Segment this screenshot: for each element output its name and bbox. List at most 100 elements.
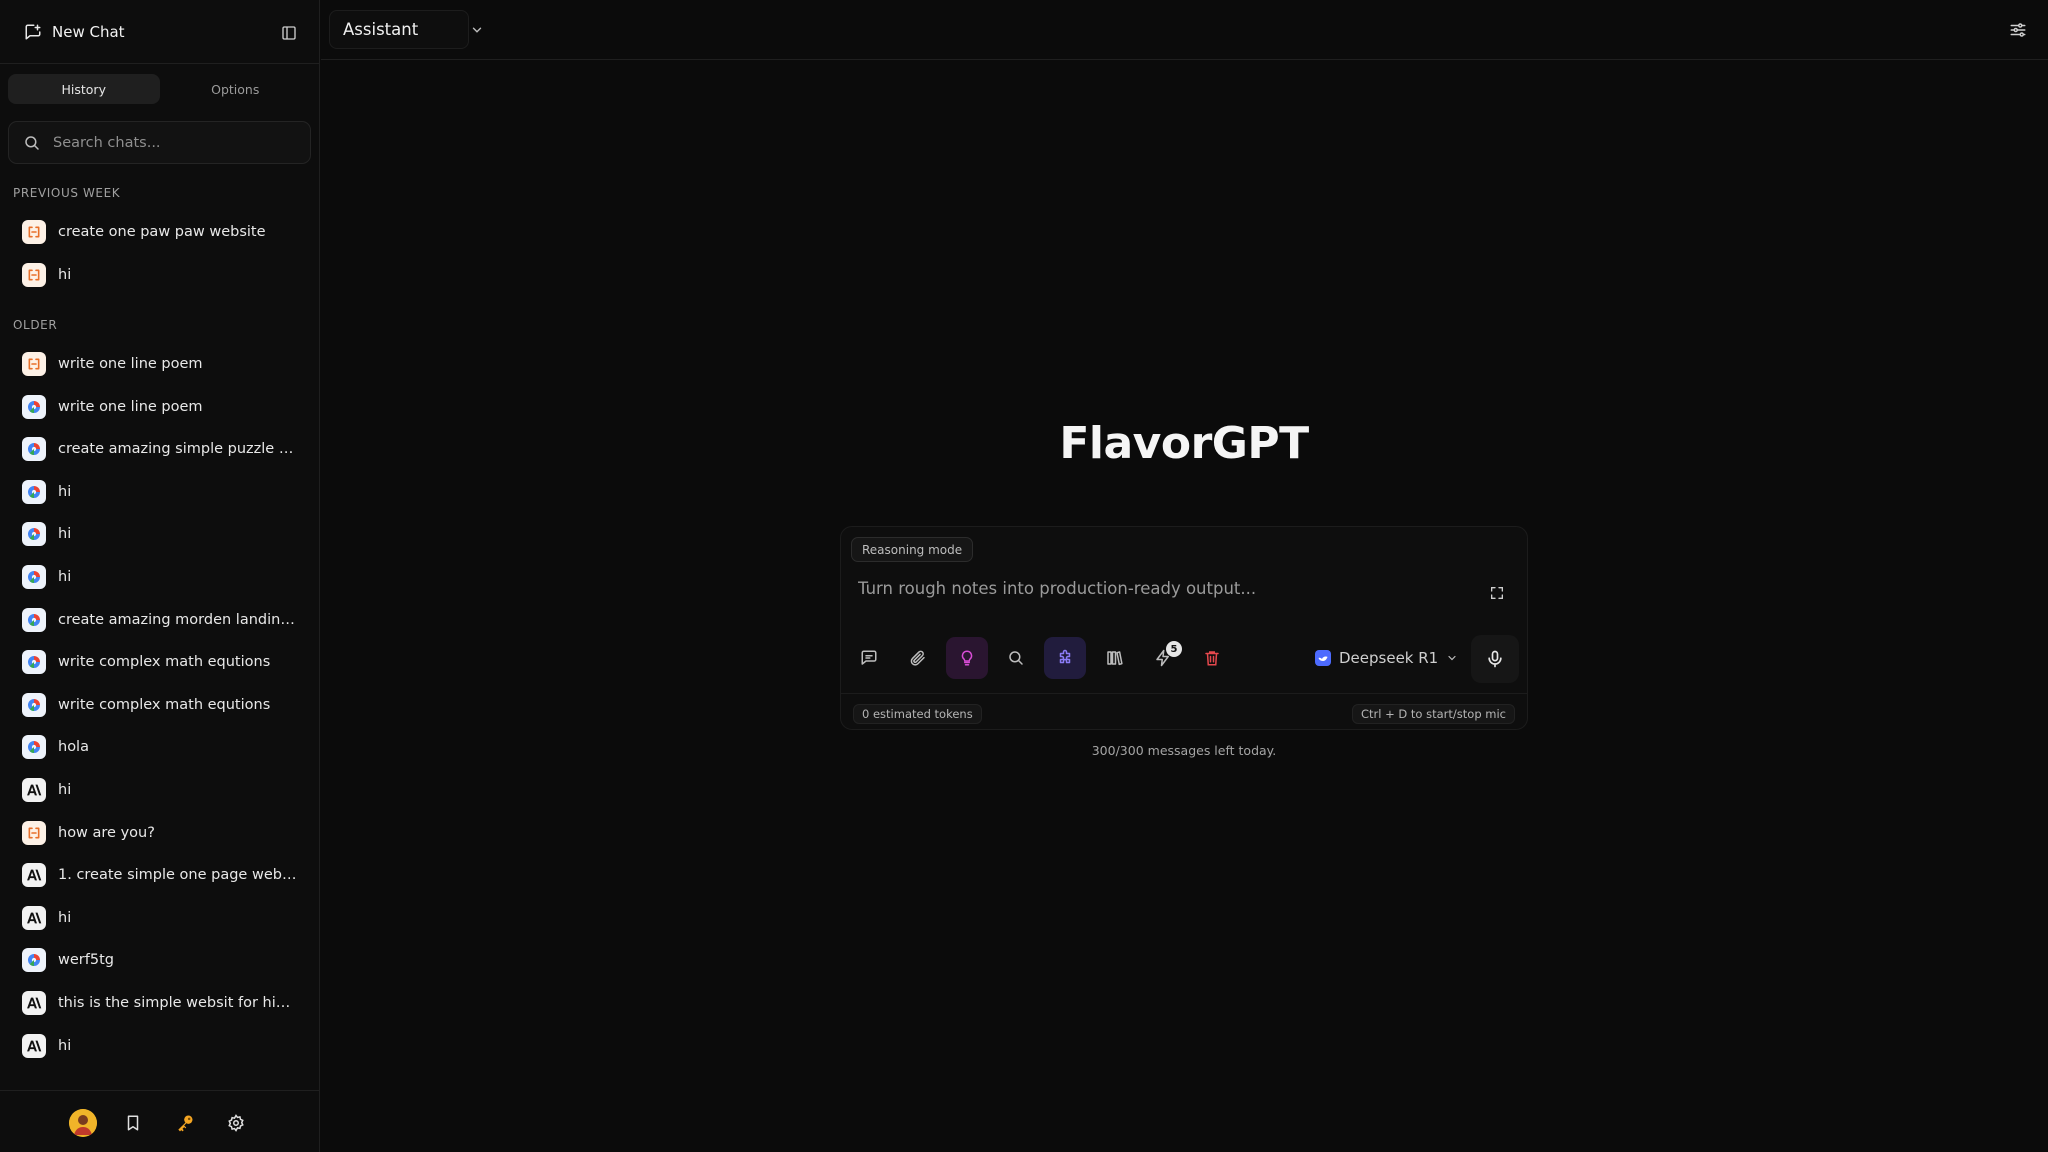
anthropic-logo-icon bbox=[22, 1033, 46, 1058]
chat-history-label: hi bbox=[58, 1037, 72, 1054]
quick-actions-button[interactable]: 5 bbox=[1142, 637, 1184, 679]
settings-sliders-button[interactable] bbox=[2006, 18, 2030, 42]
prompt-input[interactable] bbox=[858, 579, 1478, 598]
tab-history[interactable]: History bbox=[8, 74, 160, 104]
model-dropdown[interactable]: Deepseek R1 bbox=[1315, 645, 1458, 671]
chat-history-item[interactable]: write complex math equtions bbox=[12, 644, 308, 680]
microphone-icon bbox=[1485, 649, 1505, 669]
chat-history-label: create one paw paw website bbox=[58, 224, 266, 240]
message-quota: 300/300 messages left today. bbox=[1091, 743, 1277, 758]
chat-history-label: write complex math equtions bbox=[58, 696, 271, 713]
attach-button[interactable] bbox=[897, 637, 939, 679]
gemini-logo-icon bbox=[22, 692, 46, 717]
gemini-logo-icon bbox=[22, 607, 46, 632]
new-chat-button[interactable]: New Chat bbox=[24, 18, 125, 46]
qwen-logo-icon bbox=[22, 262, 46, 287]
new-thread-button[interactable] bbox=[848, 637, 890, 679]
chat-history-label: this is the simple websit for hiki... bbox=[58, 995, 298, 1011]
gemini-logo-icon bbox=[22, 565, 46, 589]
expand-icon bbox=[1489, 585, 1505, 601]
chat-history-item[interactable]: hi bbox=[12, 474, 308, 510]
composer-divider bbox=[841, 693, 1527, 694]
chat-history-item[interactable]: write complex math equtions bbox=[12, 687, 308, 723]
search-input[interactable] bbox=[53, 134, 293, 151]
topbar: Assistant bbox=[321, 0, 2048, 60]
sliders-icon bbox=[2009, 21, 2027, 39]
library-icon bbox=[1105, 649, 1123, 667]
token-estimate: 0 estimated tokens bbox=[853, 704, 982, 724]
api-keys-button[interactable] bbox=[172, 1110, 198, 1136]
bookmark-button[interactable] bbox=[120, 1110, 146, 1136]
chat-history-item[interactable]: hi bbox=[12, 559, 308, 595]
message-plus-icon bbox=[860, 649, 878, 667]
delete-button[interactable] bbox=[1191, 637, 1233, 679]
chat-history-label: create amazing simple puzzle g... bbox=[58, 441, 298, 458]
section-label-previous-week: PREVIOUS WEEK bbox=[13, 186, 121, 200]
chat-history-label: write one line poem bbox=[58, 356, 203, 372]
chat-history-item[interactable]: create one paw paw website bbox=[12, 214, 308, 250]
gemini-logo-icon bbox=[22, 735, 46, 760]
anthropic-logo-icon bbox=[22, 991, 46, 1015]
reasoning-toggle-button[interactable] bbox=[946, 637, 988, 679]
chat-history-item[interactable]: hi bbox=[12, 1028, 308, 1064]
chat-history-label: write one line poem bbox=[58, 398, 203, 415]
chat-history-label: how are you? bbox=[58, 824, 155, 841]
chat-history-item[interactable]: werf5tg bbox=[12, 942, 308, 978]
search-box bbox=[8, 121, 311, 164]
chat-history-item[interactable]: hi bbox=[12, 257, 308, 293]
chat-history-item[interactable]: hi bbox=[12, 900, 308, 936]
chat-history-label: hi bbox=[58, 909, 72, 926]
mic-button[interactable] bbox=[1471, 635, 1519, 683]
anthropic-logo-icon bbox=[22, 863, 46, 888]
web-search-button[interactable] bbox=[995, 637, 1037, 679]
chat-history-item[interactable]: write one line poem bbox=[12, 346, 308, 382]
settings-button[interactable] bbox=[223, 1110, 249, 1136]
library-button[interactable] bbox=[1093, 637, 1135, 679]
trash-icon bbox=[1203, 649, 1221, 667]
deepseek-logo-icon bbox=[1315, 650, 1331, 666]
chat-history-item[interactable]: how are you? bbox=[12, 815, 308, 851]
quick-actions-badge: 5 bbox=[1166, 641, 1182, 657]
search-icon bbox=[23, 134, 41, 152]
sidebar: New Chat History Options PREVIOUS WEEK c… bbox=[0, 0, 320, 1152]
expand-button[interactable] bbox=[1485, 581, 1509, 605]
search-icon bbox=[1007, 649, 1025, 667]
anthropic-logo-icon bbox=[22, 778, 46, 802]
chevron-down-icon bbox=[1446, 652, 1458, 664]
gemini-logo-icon bbox=[22, 948, 46, 973]
chat-history-item[interactable]: hola bbox=[12, 729, 308, 765]
qwen-logo-icon bbox=[22, 220, 46, 244]
chat-history-label: hi bbox=[58, 782, 72, 798]
chat-history-label: werf5tg bbox=[58, 952, 114, 969]
chat-history-item[interactable]: write one line poem bbox=[12, 389, 308, 425]
chat-history-item[interactable]: 1. create simple one page websi... bbox=[12, 857, 308, 893]
avatar[interactable] bbox=[69, 1109, 97, 1137]
chat-history-label: hi bbox=[58, 569, 72, 585]
sidebar-tabs: History Options bbox=[8, 74, 311, 104]
chat-history-label: write complex math equtions bbox=[58, 654, 271, 671]
chat-history-item[interactable]: create amazing simple puzzle g... bbox=[12, 431, 308, 467]
chat-history-item[interactable]: this is the simple websit for hiki... bbox=[12, 985, 308, 1021]
collapse-sidebar-button[interactable] bbox=[276, 20, 302, 46]
composer: Reasoning mode Turn rough notes into pro… bbox=[840, 526, 1528, 730]
assistant-dropdown[interactable]: Assistant bbox=[329, 10, 482, 49]
gemini-logo-icon bbox=[22, 650, 46, 675]
new-chat-label: New Chat bbox=[52, 23, 125, 41]
chat-history-item[interactable]: create amazing morden landing ... bbox=[12, 602, 308, 638]
chat-history-item[interactable]: hi bbox=[12, 772, 308, 808]
puzzle-icon bbox=[1056, 649, 1074, 667]
reasoning-mode-chip[interactable]: Reasoning mode bbox=[851, 537, 974, 562]
brand-title: FlavorGPT bbox=[1059, 418, 1309, 469]
bookmark-icon bbox=[124, 1114, 142, 1132]
chevron-down-icon bbox=[470, 23, 484, 37]
chat-history-label: hi bbox=[58, 526, 72, 543]
tab-options[interactable]: Options bbox=[160, 74, 312, 104]
qwen-logo-icon bbox=[22, 820, 46, 845]
plugins-button[interactable] bbox=[1044, 637, 1086, 679]
chat-history-label: hi bbox=[58, 483, 72, 500]
chat-history-item[interactable]: hi bbox=[12, 516, 308, 552]
gemini-logo-icon bbox=[22, 522, 46, 547]
chat-history-label: create amazing morden landing ... bbox=[58, 611, 298, 628]
new-chat-icon bbox=[24, 23, 42, 41]
anthropic-logo-icon bbox=[22, 905, 46, 930]
